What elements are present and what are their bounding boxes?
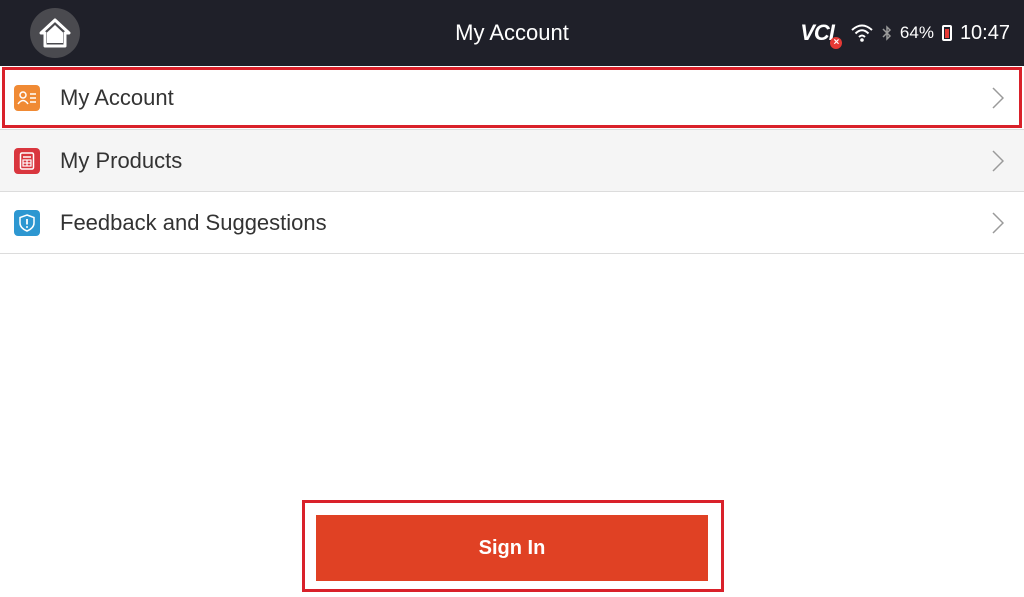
account-menu: My Account My Products Feedback and Sugg… [0, 66, 1024, 254]
feedback-icon [14, 209, 40, 236]
wifi-icon [851, 24, 873, 42]
sign-in-button[interactable]: Sign In [316, 515, 708, 581]
chevron-right-icon [992, 149, 1004, 172]
vci-status-icon: VCI × [800, 20, 842, 49]
account-icon [14, 84, 40, 111]
menu-item-my-account[interactable]: My Account [0, 66, 1024, 130]
menu-item-label: My Products [60, 147, 183, 173]
menu-item-label: My Account [60, 84, 174, 110]
status-bar: VCI × 64% 10:47 [800, 0, 1010, 66]
bluetooth-icon [882, 25, 891, 41]
battery-icon [941, 25, 952, 41]
home-icon [39, 18, 71, 48]
menu-item-label: Feedback and Suggestions [60, 209, 327, 235]
vci-label: VCI [800, 20, 835, 45]
battery-percent: 64% [899, 23, 934, 42]
chevron-right-icon [992, 211, 1004, 234]
home-button[interactable] [30, 8, 80, 58]
menu-item-feedback[interactable]: Feedback and Suggestions [0, 192, 1024, 254]
vci-disconnected-icon: × [829, 37, 842, 49]
clock: 10:47 [959, 21, 1010, 44]
chevron-right-icon [992, 86, 1004, 109]
menu-item-my-products[interactable]: My Products [0, 130, 1024, 192]
products-icon [14, 147, 40, 174]
top-bar: My Account VCI × 64% 10:47 [0, 0, 1024, 66]
